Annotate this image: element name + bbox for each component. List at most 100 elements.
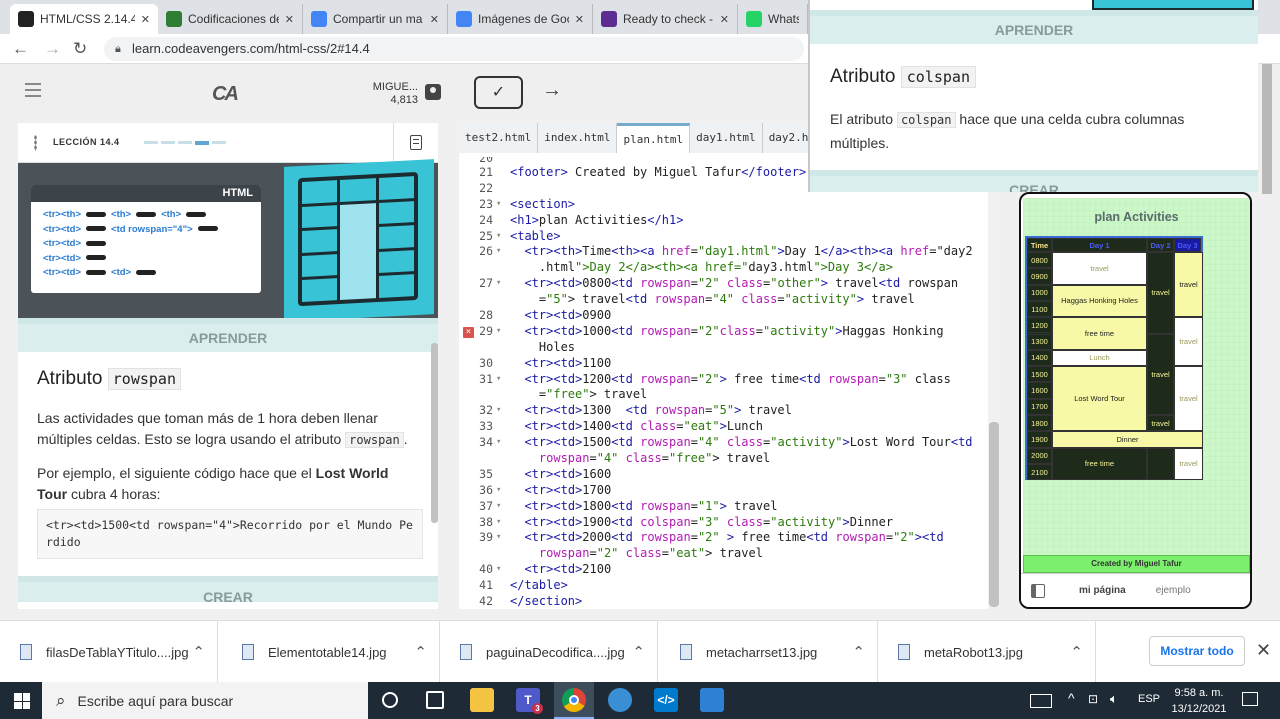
fold-arrow-icon[interactable]: ▾ [496,197,501,213]
code-text[interactable]: <section> [510,197,575,213]
lesson-scrollbar[interactable] [431,343,438,523]
menu-icon[interactable] [25,83,41,97]
fold-arrow-icon[interactable]: ▾ [496,530,501,546]
file-tab[interactable]: day1.html [690,123,763,153]
volume-icon[interactable]: 🔈︎ [1110,691,1118,707]
file-explorer-icon[interactable] [470,688,494,712]
photos-icon[interactable] [700,688,724,712]
code-text[interactable]: <tr><td>1000<td rowspan="2"class="activi… [510,324,943,340]
code-text[interactable]: <tr><td>2100 [510,562,611,578]
browser-tab[interactable]: HTML/CSS 2.14.4 ✕ [10,4,158,34]
fold-arrow-icon[interactable]: ▾ [496,483,501,499]
nav-my-page[interactable]: mi página [1079,585,1126,596]
task-view-icon[interactable] [426,691,444,709]
check-button[interactable]: ✓ [474,76,523,109]
language-indicator[interactable]: ESP [1138,693,1160,705]
vscode-icon[interactable]: </> [654,688,678,712]
code-text[interactable]: <tr><td>1300 <td rowspan="5"> travel [510,403,791,419]
code-text[interactable]: <tr><td>0800<td rowspan="2" class="other… [510,276,958,292]
chrome-task[interactable] [554,682,594,719]
browser-tab[interactable]: Ready to check - ✕ [593,4,738,34]
file-tab[interactable]: plan.html [617,123,691,153]
fold-arrow-icon[interactable]: ▾ [496,229,501,245]
preview-scrollbar[interactable] [1262,64,1272,194]
close-downloads-icon[interactable]: ✕ [1256,640,1271,661]
fold-arrow-icon[interactable]: ▾ [496,244,501,260]
fold-arrow-icon[interactable]: ▾ [496,515,501,531]
teams-icon[interactable]: T3 [516,688,543,714]
close-tab-icon[interactable]: ✕ [575,13,584,26]
fold-arrow-icon[interactable]: ▾ [496,372,501,388]
browser-tab[interactable]: WhatsA [738,4,808,34]
code-text[interactable]: </table> [510,578,568,594]
download-item[interactable]: metaRobot13.jpg ⌃ [878,621,1096,683]
network-icon[interactable]: ⊡ [1088,692,1098,706]
code-text[interactable]: rowspan="4" class="free"> travel [510,451,770,467]
reload-icon[interactable]: ↻ [73,38,87,60]
close-tab-icon[interactable]: ✕ [720,13,729,26]
fold-arrow-icon[interactable]: ▾ [496,435,501,451]
fold-arrow-icon[interactable]: ▾ [496,324,501,340]
notes-button[interactable] [393,123,438,163]
fold-arrow-icon[interactable]: ▾ [496,562,501,578]
back-icon[interactable]: ← [12,38,29,60]
download-item[interactable]: metacharrset13.jpg ⌃ [660,621,878,683]
sidebar-toggle-icon[interactable] [1031,583,1045,598]
code-text[interactable]: rowspan="2" class="eat"> travel [510,546,763,562]
error-marker-icon[interactable]: × [463,326,474,338]
editor-scrollbar[interactable] [988,157,1000,609]
code-text[interactable]: ="free"> travel [510,387,647,403]
notifications-icon[interactable] [1242,692,1258,706]
code-text[interactable]: .html">Day 2</a><th><a href="day3.html">… [510,260,893,276]
nav-example[interactable]: ejemplo [1156,585,1191,596]
keyboard-icon[interactable] [1030,694,1052,708]
drag-handle-icon[interactable] [34,135,37,151]
next-arrow-icon[interactable]: → [542,79,562,102]
code-text[interactable]: <tr><td>1900<td colspan="3" class="activ… [510,515,893,531]
code-text[interactable]: <tr><td>1100 [510,356,611,372]
taskbar-search[interactable]: ⌕ Escribe aquí para buscar [42,682,368,719]
fold-arrow-icon[interactable]: ▾ [496,499,501,515]
code-text[interactable]: <tr><td>0900 [510,308,611,324]
download-item[interactable]: Elementotable14.jpg ⌃ [222,621,440,683]
code-text[interactable]: ="5"> travel<td rowspan="4" class="activ… [510,292,915,308]
code-area[interactable]: 20 21 <footer> Created by Miguel Tafur</fo… [459,157,986,609]
code-text[interactable]: </section> [510,594,582,609]
download-item[interactable]: filasDeTablaYTitulo....jpg ⌃ [0,621,218,683]
fold-arrow-icon[interactable]: ▾ [496,403,501,419]
chevron-up-icon[interactable]: ⌃ [192,643,205,661]
code-text[interactable]: <tr><th>Time<th><a href="day1.html">Day … [510,244,972,260]
cortana-icon[interactable] [382,692,398,708]
app-icon[interactable] [608,688,632,712]
chevron-up-icon[interactable]: ⌃ [414,643,427,661]
close-tab-icon[interactable]: ✕ [285,13,294,26]
file-tab[interactable]: test2.html [459,123,539,153]
code-text[interactable]: <tr><td>2000<td rowspan="2" > free time<… [510,530,943,546]
chevron-up-icon[interactable]: ^ [1068,690,1075,706]
fold-arrow-icon[interactable]: ▾ [496,276,501,292]
browser-tab[interactable]: Imágenes de Goo ✕ [448,4,593,34]
code-text[interactable]: <tr><td>1500<td rowspan="4" class="activ… [510,435,972,451]
code-text[interactable]: <h1>plan Activities</h1> [510,213,683,229]
chevron-up-icon[interactable]: ⌃ [632,643,645,661]
user-avatar-icon[interactable] [425,84,441,100]
code-text[interactable]: <tr><td>1700 [510,483,611,499]
close-tab-icon[interactable]: ✕ [430,13,439,26]
codeavengers-logo[interactable]: CA [212,83,239,106]
close-tab-icon[interactable]: ✕ [141,13,150,26]
download-item[interactable]: paguinaDecodifica....jpg ⌃ [440,621,658,683]
code-text[interactable]: <tr><td>1600 [510,467,611,483]
file-tab[interactable]: index.html [538,123,618,153]
code-text[interactable]: Holes [510,340,575,356]
clock[interactable]: 9:58 a. m. 13/12/2021 [1164,685,1234,717]
code-text[interactable]: <tr><td>1800<td rowspan="1"> travel [510,499,777,515]
code-text[interactable]: <tr><td>1200<td rowspan="2"> free time<t… [510,372,950,388]
code-text[interactable]: <footer> Created by Miguel Tafur</footer… [510,165,806,181]
browser-tab[interactable]: Compartir un ma ✕ [303,4,448,34]
windows-start-icon[interactable] [14,693,30,709]
code-text[interactable]: <table> [510,229,561,245]
browser-tab[interactable]: Codificaciones de ✕ [158,4,303,34]
code-text[interactable]: <tr><td>1400<td class="eat">Lunch [510,419,763,435]
url-field[interactable]: 🔒︎ learn.codeavengers.com/html-css/2#14.… [104,37,804,61]
forward-icon[interactable]: → [44,38,61,60]
